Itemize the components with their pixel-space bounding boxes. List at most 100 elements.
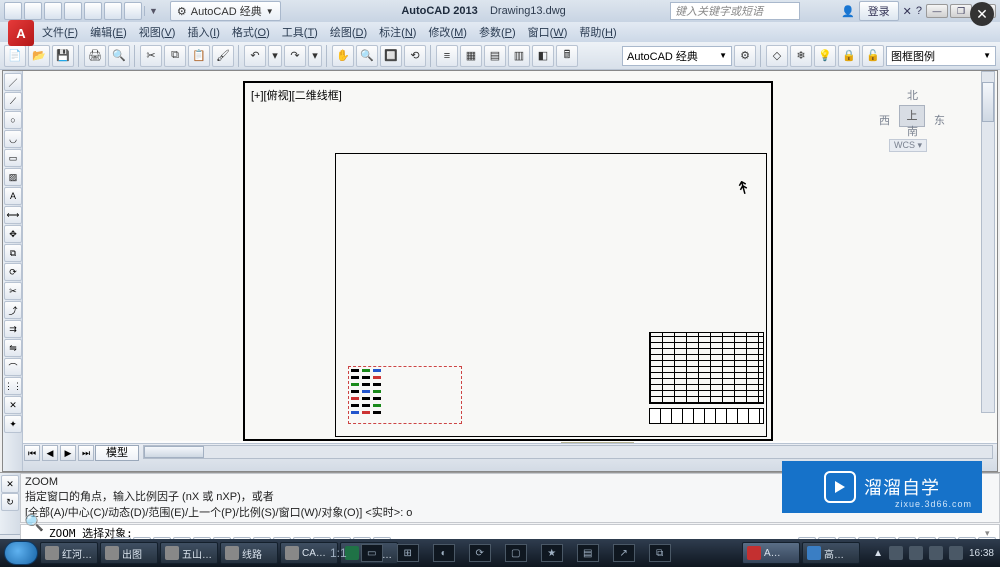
minimize-button[interactable]: — xyxy=(926,4,948,18)
tb-icon[interactable]: ▢ xyxy=(505,544,527,562)
cmd-close-icon[interactable]: ✕ xyxy=(1,475,19,493)
saveas-icon[interactable] xyxy=(64,2,82,20)
markup-icon[interactable]: ◧ xyxy=(532,45,554,67)
command-handle[interactable]: ✕ ↻ xyxy=(0,473,20,534)
volume-icon[interactable] xyxy=(909,546,923,560)
cmd-recent-icon[interactable]: ↻ xyxy=(1,493,19,511)
zoom-realtime-icon[interactable]: 🔍 xyxy=(356,45,378,67)
match-properties-icon[interactable]: 🖌 xyxy=(212,45,234,67)
plot-icon[interactable] xyxy=(84,2,102,20)
taskbar-item[interactable]: 出图 xyxy=(100,542,158,564)
layer-iso-icon[interactable]: ◇ xyxy=(766,45,788,67)
help-icon[interactable]: ? xyxy=(916,5,922,17)
drawing-canvas[interactable]: [+][俯视][二维线框] ↟ xyxy=(23,71,997,441)
plot-preview-icon[interactable]: 🔍 xyxy=(108,45,130,67)
ime-icon[interactable] xyxy=(949,546,963,560)
clock[interactable]: 16:38 xyxy=(969,548,994,559)
tb-icon[interactable]: ▭ xyxy=(361,544,383,562)
undo-drop-icon[interactable]: ▾ xyxy=(268,45,282,67)
viewcube-north[interactable]: 北 xyxy=(907,87,918,103)
panel-combo[interactable]: 图框图例▼ xyxy=(886,46,996,66)
save-icon[interactable] xyxy=(44,2,62,20)
arc-icon[interactable]: ◡ xyxy=(4,130,22,148)
search-input[interactable]: 键入关键字或短语 xyxy=(670,2,800,20)
tb-icon[interactable]: ⟳ xyxy=(469,544,491,562)
undo-icon[interactable] xyxy=(104,2,122,20)
save-file-icon[interactable]: 💾 xyxy=(52,45,74,67)
zoom-window-icon[interactable]: 🔲 xyxy=(380,45,402,67)
tab-prev-icon[interactable]: ◀ xyxy=(42,445,58,461)
offset-icon[interactable]: ⇉ xyxy=(4,320,22,338)
menu-edit[interactable]: 编辑(E) xyxy=(84,22,133,42)
workspace-settings-icon[interactable]: ⚙ xyxy=(734,45,756,67)
redo-icon[interactable] xyxy=(124,2,142,20)
circle-icon[interactable]: ○ xyxy=(4,111,22,129)
exchange-icon[interactable]: ✕ xyxy=(903,5,912,18)
autocad-logo-icon[interactable]: A xyxy=(8,20,34,46)
quickcalc-icon[interactable]: 🖩 xyxy=(556,45,578,67)
copy-icon[interactable]: ⧉ xyxy=(164,45,186,67)
menu-help[interactable]: 帮助(H) xyxy=(573,22,622,42)
taskbar-item[interactable]: 高… xyxy=(802,542,860,564)
hatch-icon[interactable]: ▨ xyxy=(4,168,22,186)
trim-icon[interactable]: ✂ xyxy=(4,282,22,300)
mirror-icon[interactable]: ⇋ xyxy=(4,339,22,357)
dimension-icon[interactable]: ⟷ xyxy=(4,206,22,224)
scrollbar-thumb[interactable] xyxy=(144,446,204,458)
workspace-selector[interactable]: ⚙ AutoCAD 经典 ▼ xyxy=(170,1,281,21)
menu-parametric[interactable]: 参数(P) xyxy=(473,22,522,42)
polyline-icon[interactable]: ⟋ xyxy=(4,92,22,110)
taskbar-item[interactable]: 五山… xyxy=(160,542,218,564)
redo-icon[interactable]: ↷ xyxy=(284,45,306,67)
viewcube-east[interactable]: 东 xyxy=(934,112,945,128)
start-button[interactable] xyxy=(4,541,38,565)
explode-icon[interactable]: ✦ xyxy=(4,415,22,433)
menu-insert[interactable]: 插入(I) xyxy=(181,22,225,42)
overlay-close-icon[interactable]: ✕ xyxy=(970,2,994,26)
tb-icon[interactable]: ⊞ xyxy=(397,544,419,562)
move-icon[interactable]: ✥ xyxy=(4,225,22,243)
text-icon[interactable]: A xyxy=(4,187,22,205)
zoom-previous-icon[interactable]: ⟲ xyxy=(404,45,426,67)
qat-dropdown-icon[interactable]: ▼ xyxy=(144,6,162,16)
tb-icon[interactable]: ↗ xyxy=(613,544,635,562)
tool-palettes-icon[interactable]: ▤ xyxy=(484,45,506,67)
viewcube-west[interactable]: 西 xyxy=(879,112,890,128)
properties-icon[interactable]: ≡ xyxy=(436,45,458,67)
copy-obj-icon[interactable]: ⧉ xyxy=(4,244,22,262)
taskbar-item-active[interactable]: A… xyxy=(742,542,800,564)
tray-icon[interactable] xyxy=(889,546,903,560)
erase-icon[interactable]: ✕ xyxy=(4,396,22,414)
tab-first-icon[interactable]: ⏮ xyxy=(24,445,40,461)
undo-icon[interactable]: ↶ xyxy=(244,45,266,67)
paste-icon[interactable]: 📋 xyxy=(188,45,210,67)
extend-icon[interactable]: ⤴ xyxy=(4,301,22,319)
viewcube-south[interactable]: 南 xyxy=(907,123,918,139)
plot-icon[interactable]: 🖨 xyxy=(84,45,106,67)
layer-unlock-icon[interactable]: 🔓 xyxy=(862,45,884,67)
tab-last-icon[interactable]: ⏭ xyxy=(78,445,94,461)
login-button[interactable]: 登录 xyxy=(859,1,899,21)
menu-dimension[interactable]: 标注(N) xyxy=(373,22,422,42)
restore-button[interactable]: ❐ xyxy=(950,4,972,18)
menu-format[interactable]: 格式(O) xyxy=(226,22,276,42)
menu-view[interactable]: 视图(V) xyxy=(133,22,182,42)
open-file-icon[interactable]: 📂 xyxy=(28,45,50,67)
new-icon[interactable] xyxy=(4,2,22,20)
menu-file[interactable]: 文件(F) xyxy=(36,22,84,42)
tb-icon[interactable]: ▤ xyxy=(577,544,599,562)
menu-window[interactable]: 窗口(W) xyxy=(522,22,574,42)
cut-icon[interactable]: ✂ xyxy=(140,45,162,67)
rectangle-icon[interactable]: ▭ xyxy=(4,149,22,167)
sheet-set-icon[interactable]: ▥ xyxy=(508,45,530,67)
menu-tools[interactable]: 工具(T) xyxy=(276,22,324,42)
tb-icon[interactable]: ⧉ xyxy=(649,544,671,562)
layer-freeze-icon[interactable]: ❄ xyxy=(790,45,812,67)
layer-lock-icon[interactable]: 🔒 xyxy=(838,45,860,67)
pan-icon[interactable]: ✋ xyxy=(332,45,354,67)
vertical-scrollbar[interactable] xyxy=(981,71,995,413)
scrollbar-thumb[interactable] xyxy=(982,82,994,122)
tb-icon[interactable]: ★ xyxy=(541,544,563,562)
layer-off-icon[interactable]: 💡 xyxy=(814,45,836,67)
line-icon[interactable]: ／ xyxy=(4,73,22,91)
